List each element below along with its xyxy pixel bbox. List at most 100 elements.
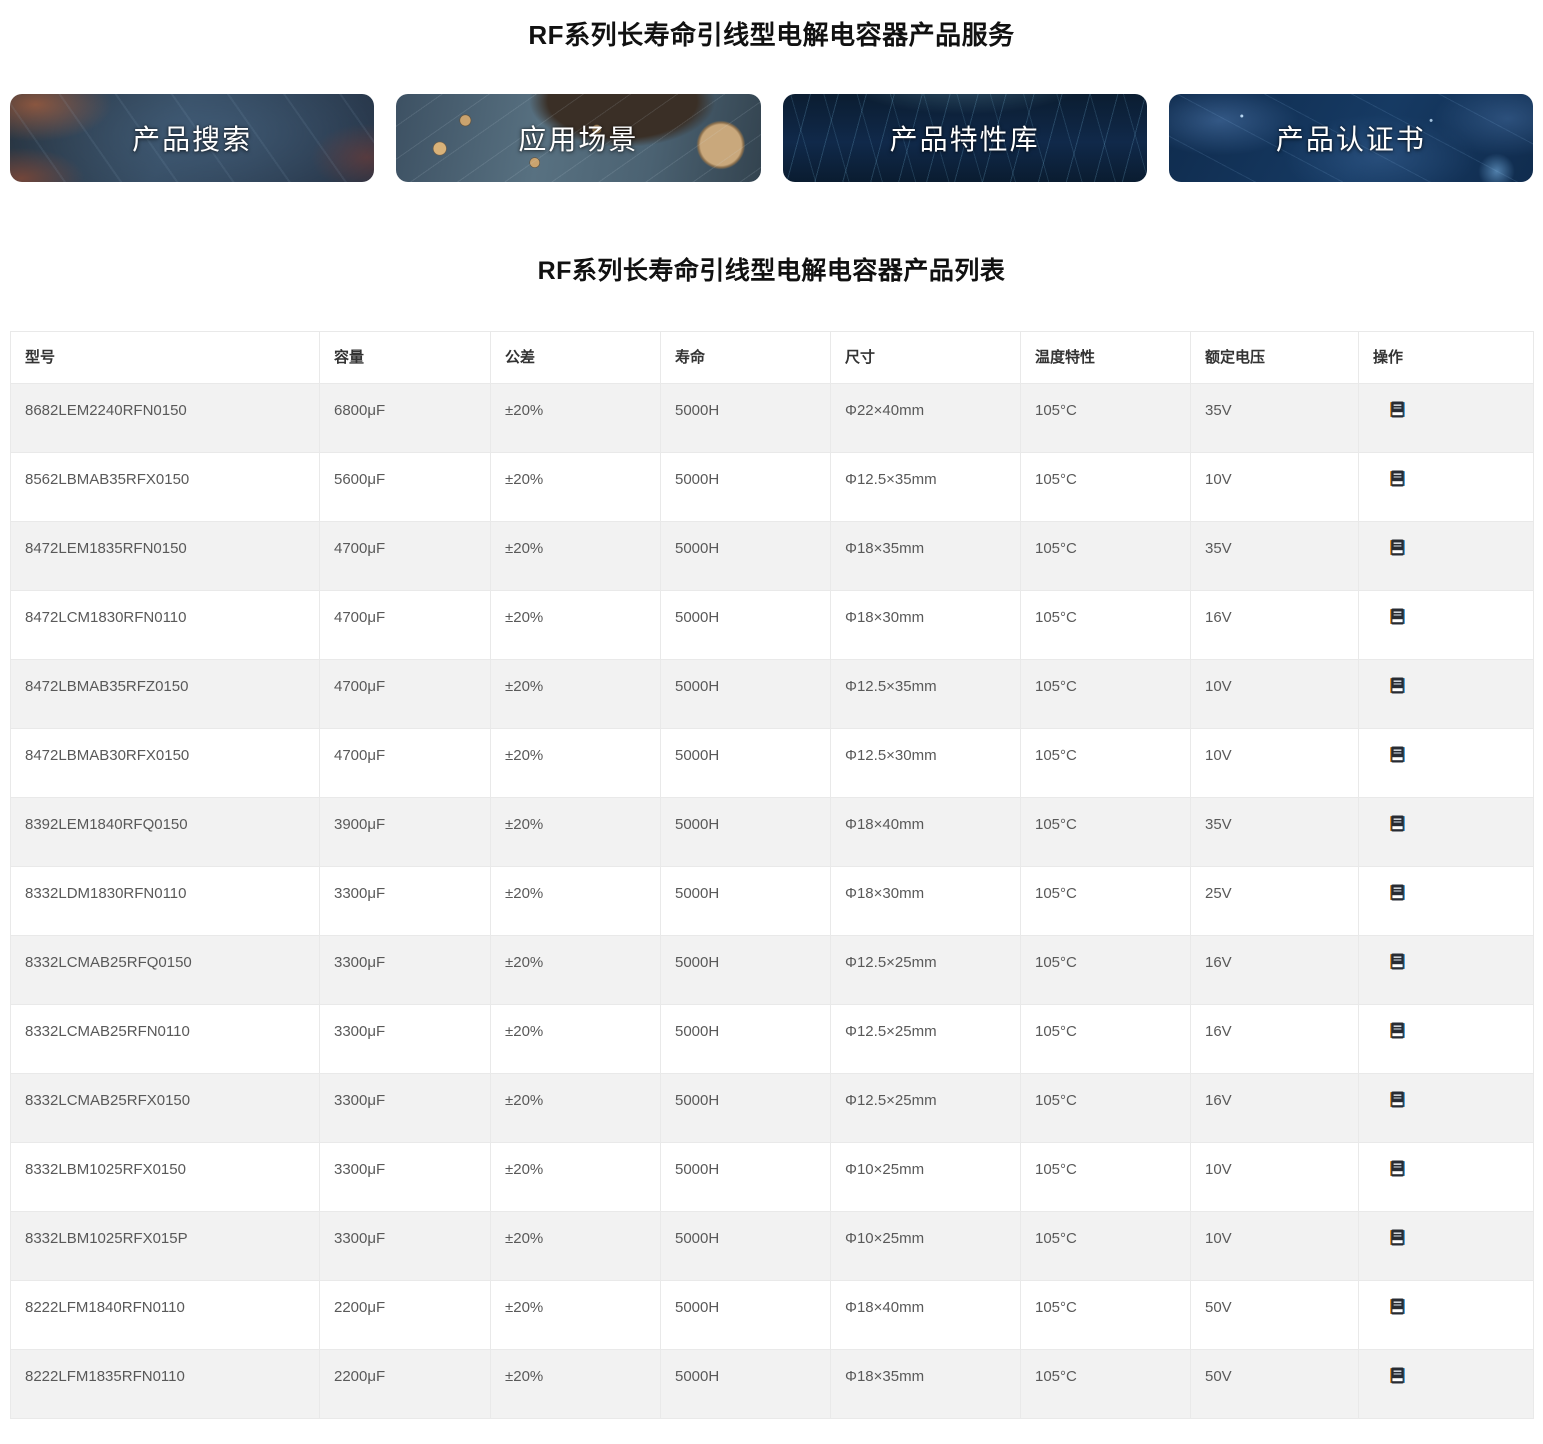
cell-model: 8682LEM2240RFN0150 <box>10 383 320 453</box>
table-row: 8392LEM1840RFQ0150 3900μF ±20% 5000H Φ18×40m… <box>10 797 1534 867</box>
view-datasheet-button[interactable] <box>1389 953 1406 970</box>
cell-temperature: 105°C <box>1020 1004 1191 1074</box>
cell-size: Φ10×25mm <box>830 1211 1021 1281</box>
banner-application-scenarios[interactable]: 应用场景 <box>396 94 761 182</box>
cell-capacity: 4700μF <box>319 521 491 591</box>
cell-model: 8332LDM1830RFN0110 <box>10 866 320 936</box>
notebook-icon <box>1390 401 1405 418</box>
notebook-icon <box>1390 677 1405 694</box>
cell-rated-voltage: 10V <box>1190 659 1359 729</box>
cell-rated-voltage: 10V <box>1190 452 1359 522</box>
cell-action <box>1358 383 1534 453</box>
cell-model: 8332LCMAB25RFN0110 <box>10 1004 320 1074</box>
cell-model: 8332LCMAB25RFX0150 <box>10 1073 320 1143</box>
table-row: 8472LEM1835RFN0150 4700μF ±20% 5000H Φ18×35m… <box>10 521 1534 591</box>
cell-model: 8472LBMAB35RFZ0150 <box>10 659 320 729</box>
cell-life: 5000H <box>660 1280 831 1350</box>
view-datasheet-button[interactable] <box>1389 677 1406 694</box>
cell-model: 8332LBM1025RFX015P <box>10 1211 320 1281</box>
view-datasheet-button[interactable] <box>1389 608 1406 625</box>
cell-rated-voltage: 16V <box>1190 590 1359 660</box>
view-datasheet-button[interactable] <box>1389 470 1406 487</box>
product-table: 型号 容量 公差 寿命 尺寸 温度特性 额定电压 操作 8682LEM2240R… <box>10 331 1534 1419</box>
table-row: 8472LCM1830RFN0110 4700μF ±20% 5000H Φ18×30m… <box>10 590 1534 660</box>
cell-life: 5000H <box>660 866 831 936</box>
cell-tolerance: ±20% <box>490 521 661 591</box>
cell-size: Φ10×25mm <box>830 1142 1021 1212</box>
column-header-capacity: 容量 <box>319 331 491 384</box>
banner-product-certificates[interactable]: 产品认证书 <box>1168 94 1533 182</box>
table-row: 8332LCMAB25RFQ0150 3300μF ±20% 5000H Φ12.5×2… <box>10 935 1534 1005</box>
cell-capacity: 4700μF <box>319 659 491 729</box>
cell-capacity: 4700μF <box>319 728 491 798</box>
cell-action <box>1358 452 1534 522</box>
cell-model: 8562LBMAB35RFX0150 <box>10 452 320 522</box>
cell-rated-voltage: 25V <box>1190 866 1359 936</box>
table-row: 8332LCMAB25RFN0110 3300μF ±20% 5000H Φ12.5×2… <box>10 1004 1534 1074</box>
cell-action <box>1358 1142 1534 1212</box>
cell-temperature: 105°C <box>1020 866 1191 936</box>
cell-capacity: 2200μF <box>319 1349 491 1419</box>
notebook-icon <box>1390 1022 1405 1039</box>
cell-life: 5000H <box>660 1142 831 1212</box>
notebook-icon <box>1390 1367 1405 1384</box>
column-header-temperature: 温度特性 <box>1020 331 1191 384</box>
cell-tolerance: ±20% <box>490 1073 661 1143</box>
cell-tolerance: ±20% <box>490 1349 661 1419</box>
cell-model: 8332LCMAB25RFQ0150 <box>10 935 320 1005</box>
cell-life: 5000H <box>660 521 831 591</box>
cell-life: 5000H <box>660 590 831 660</box>
banner-product-feature-library[interactable]: 产品特性库 <box>782 94 1147 182</box>
cell-size: Φ18×30mm <box>830 866 1021 936</box>
table-header-row: 型号 容量 公差 寿命 尺寸 温度特性 额定电压 操作 <box>10 331 1534 384</box>
view-datasheet-button[interactable] <box>1389 746 1406 763</box>
product-list-title: RF系列长寿命引线型电解电容器产品列表 <box>537 257 1006 285</box>
cell-life: 5000H <box>660 728 831 798</box>
cell-rated-voltage: 10V <box>1190 1142 1359 1212</box>
cell-model: 8392LEM1840RFQ0150 <box>10 797 320 867</box>
table-row: 8332LDM1830RFN0110 3300μF ±20% 5000H Φ18×30m… <box>10 866 1534 936</box>
cell-tolerance: ±20% <box>490 659 661 729</box>
view-datasheet-button[interactable] <box>1389 1367 1406 1384</box>
view-datasheet-button[interactable] <box>1389 1160 1406 1177</box>
banner-label: 产品特性库 <box>889 124 1040 155</box>
cell-rated-voltage: 50V <box>1190 1280 1359 1350</box>
view-datasheet-button[interactable] <box>1389 884 1406 901</box>
cell-life: 5000H <box>660 797 831 867</box>
view-datasheet-button[interactable] <box>1389 1298 1406 1315</box>
cell-life: 5000H <box>660 452 831 522</box>
cell-model: 8472LEM1835RFN0150 <box>10 521 320 591</box>
cell-temperature: 105°C <box>1020 1211 1191 1281</box>
cell-action <box>1358 590 1534 660</box>
view-datasheet-button[interactable] <box>1389 1022 1406 1039</box>
cell-tolerance: ±20% <box>490 1280 661 1350</box>
cell-model: 8222LFM1840RFN0110 <box>10 1280 320 1350</box>
cell-tolerance: ±20% <box>490 1142 661 1212</box>
view-datasheet-button[interactable] <box>1389 539 1406 556</box>
view-datasheet-button[interactable] <box>1389 815 1406 832</box>
cell-capacity: 3300μF <box>319 1211 491 1281</box>
view-datasheet-button[interactable] <box>1389 401 1406 418</box>
table-row: 8562LBMAB35RFX0150 5600μF ±20% 5000H Φ12.5×3… <box>10 452 1534 522</box>
cell-tolerance: ±20% <box>490 866 661 936</box>
view-datasheet-button[interactable] <box>1389 1091 1406 1108</box>
view-datasheet-button[interactable] <box>1389 1229 1406 1246</box>
notebook-icon <box>1390 953 1405 970</box>
banner-product-search[interactable]: 产品搜索 <box>10 94 375 182</box>
cell-temperature: 105°C <box>1020 590 1191 660</box>
cell-rated-voltage: 16V <box>1190 1004 1359 1074</box>
cell-life: 5000H <box>660 935 831 1005</box>
cell-temperature: 105°C <box>1020 1073 1191 1143</box>
column-header-life: 寿命 <box>660 331 831 384</box>
cell-action <box>1358 866 1534 936</box>
cell-temperature: 105°C <box>1020 383 1191 453</box>
table-row: 8332LCMAB25RFX0150 3300μF ±20% 5000H Φ12.5×2… <box>10 1073 1534 1143</box>
cell-life: 5000H <box>660 1073 831 1143</box>
cell-model: 8332LBM1025RFX0150 <box>10 1142 320 1212</box>
cell-rated-voltage: 16V <box>1190 935 1359 1005</box>
cell-action <box>1358 1073 1534 1143</box>
cell-rated-voltage: 35V <box>1190 383 1359 453</box>
notebook-icon <box>1390 1160 1405 1177</box>
table-row: 8682LEM2240RFN0150 6800μF ±20% 5000H Φ22×40m… <box>10 383 1534 453</box>
cell-tolerance: ±20% <box>490 935 661 1005</box>
